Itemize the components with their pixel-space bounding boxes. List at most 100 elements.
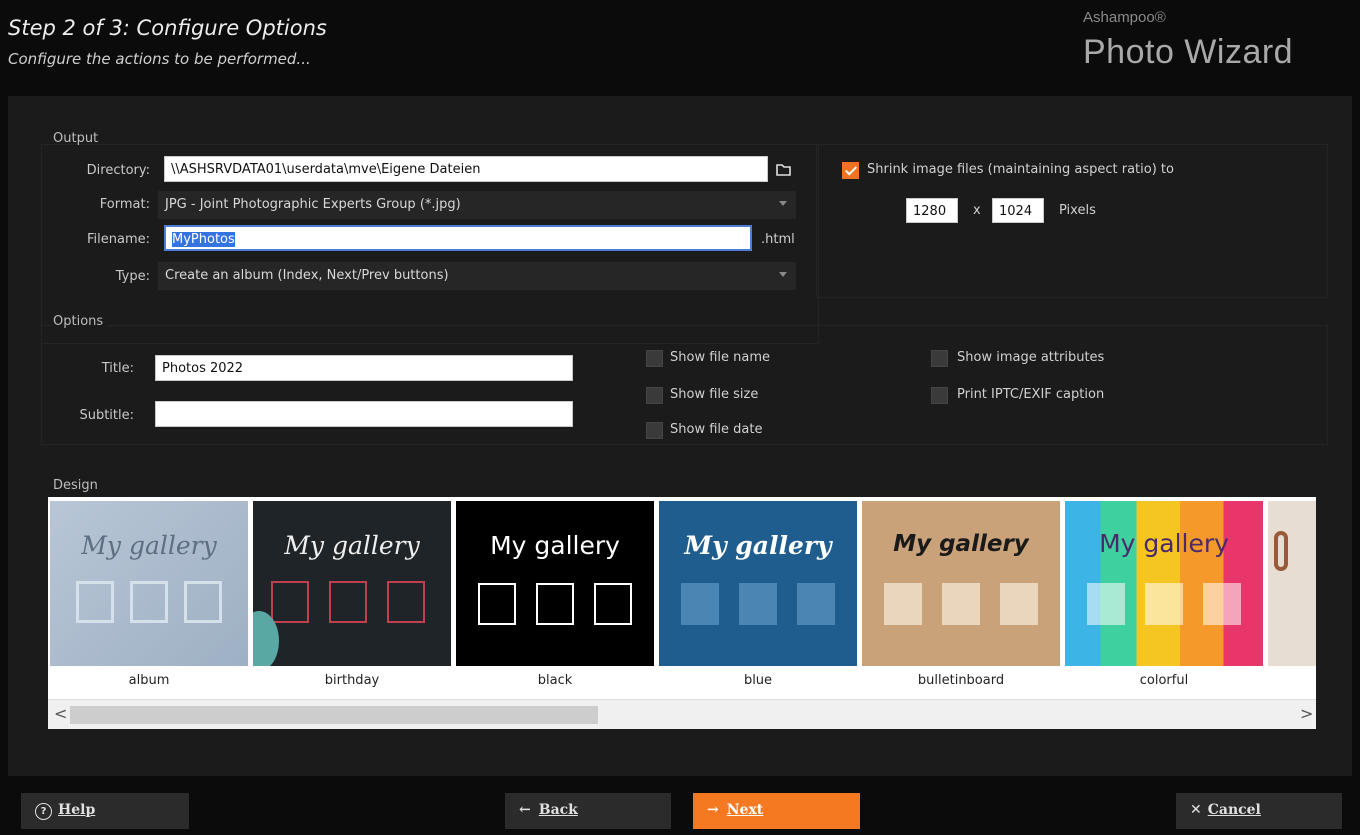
thumb-frame <box>884 583 922 625</box>
help-label: Help <box>58 802 96 818</box>
subtitle-label: Subtitle: <box>79 408 134 423</box>
filename-input[interactable]: MyPhotos <box>164 225 752 251</box>
thumb-frame <box>942 583 980 625</box>
filename-label: Filename: <box>86 232 150 247</box>
subtitle-input[interactable] <box>155 401 573 427</box>
thumb-frame <box>739 583 777 625</box>
shrink-label: Shrink image files (maintaining aspect r… <box>867 162 1174 177</box>
design-thumb-partial[interactable] <box>1268 501 1316 666</box>
thumb-frame <box>536 583 574 625</box>
filename-selected-text: MyPhotos <box>172 232 235 247</box>
type-selected-value: Create an album (Index, Next/Prev button… <box>165 268 449 283</box>
candy-cane-decoration <box>1274 531 1288 571</box>
help-button[interactable]: ? Help <box>21 793 189 829</box>
thumb-frame <box>1087 583 1125 625</box>
arrow-right-icon: → <box>707 802 719 818</box>
design-caption-birthday: birthday <box>324 673 380 688</box>
brand-vendor: Ashampoo® <box>1083 9 1166 26</box>
show-image-attributes-checkbox[interactable] <box>931 350 948 367</box>
height-input[interactable]: 1024 <box>992 198 1044 223</box>
step-subtitle: Configure the actions to be performed... <box>8 50 311 68</box>
design-caption-bulletinboard: bulletinboard <box>917 673 1005 688</box>
type-label: Type: <box>115 269 150 284</box>
output-section-label: Output <box>53 131 99 146</box>
shrink-checkbox[interactable] <box>842 162 859 179</box>
thumb-title: My gallery <box>893 531 1029 557</box>
next-label: Next <box>726 802 764 818</box>
format-label: Format: <box>99 197 150 212</box>
design-caption-blue: blue <box>743 673 773 688</box>
back-button[interactable]: ← Back <box>505 793 671 829</box>
cancel-label: Cancel <box>1207 802 1261 818</box>
thumb-frame <box>1000 583 1038 625</box>
thumb-title: My gallery <box>1099 529 1229 558</box>
arrow-left-icon: ← <box>519 802 531 818</box>
thumb-frame <box>594 583 632 625</box>
thumb-frame <box>1203 583 1241 625</box>
design-thumb-blue[interactable]: My gallery <box>659 501 857 666</box>
close-icon: ✕ <box>1190 802 1202 818</box>
directory-label: Directory: <box>86 163 150 178</box>
width-input[interactable]: 1280 <box>906 198 958 223</box>
thumb-title: My gallery <box>81 531 217 560</box>
wizard-header: Step 2 of 3: Configure Options Configure… <box>0 0 1360 96</box>
thumb-frame <box>1145 583 1183 625</box>
thumb-frame <box>797 583 835 625</box>
thumb-title: My gallery <box>490 531 620 560</box>
pixels-label: Pixels <box>1059 203 1096 218</box>
design-thumb-colorful[interactable]: My gallery <box>1065 501 1263 666</box>
directory-input[interactable]: \\ASHSRVDATA01\userdata\mve\Eigene Datei… <box>164 156 768 182</box>
thumb-frame <box>184 581 222 623</box>
next-button[interactable]: → Next <box>693 793 860 829</box>
thumb-frame <box>478 583 516 625</box>
design-caption-colorful: colorful <box>1139 673 1189 688</box>
format-select[interactable]: JPG - Joint Photographic Experts Group (… <box>158 191 796 219</box>
show-image-attributes-label: Show image attributes <box>957 350 1105 365</box>
thumb-title: My gallery <box>284 531 420 560</box>
thumb-title: My gallery <box>684 531 832 560</box>
thumb-frame <box>681 583 719 625</box>
filename-extension: .html <box>761 232 795 247</box>
design-gallery: My gallery album My gallery birthday My … <box>48 497 1316 729</box>
print-caption-checkbox[interactable] <box>931 387 948 404</box>
scroll-left-icon[interactable]: < <box>54 704 67 723</box>
show-file-size-label: Show file size <box>670 387 759 402</box>
thumb-frame <box>130 581 168 623</box>
cancel-button[interactable]: ✕ Cancel <box>1176 793 1342 829</box>
design-section-label: Design <box>53 478 98 493</box>
scroll-right-icon[interactable]: > <box>1300 704 1313 723</box>
step-title: Step 2 of 3: Configure Options <box>8 16 327 40</box>
dimension-separator: x <box>973 203 981 218</box>
brand-product: Photo Wizard <box>1083 33 1294 71</box>
browse-folder-button[interactable] <box>770 156 796 182</box>
design-thumb-birthday[interactable]: My gallery <box>253 501 451 666</box>
chevron-down-icon <box>779 201 787 206</box>
design-thumb-black[interactable]: My gallery <box>456 501 654 666</box>
thumb-frame <box>387 581 425 623</box>
title-label: Title: <box>101 361 134 376</box>
chevron-down-icon <box>779 272 787 277</box>
thumb-frame <box>271 581 309 623</box>
thumb-frame <box>329 581 367 623</box>
design-thumb-album[interactable]: My gallery <box>50 501 248 666</box>
title-input[interactable]: Photos 2022 <box>155 355 573 381</box>
thumb-frame <box>76 581 114 623</box>
folder-icon <box>776 164 791 176</box>
options-section-label: Options <box>53 314 108 329</box>
show-file-name-checkbox[interactable] <box>646 350 663 367</box>
gallery-horizontal-scrollbar[interactable]: < > <box>48 699 1316 729</box>
help-icon: ? <box>35 803 52 820</box>
format-selected-value: JPG - Joint Photographic Experts Group (… <box>165 197 461 212</box>
design-thumb-bulletinboard[interactable]: My gallery <box>862 501 1060 666</box>
scrollbar-thumb[interactable] <box>70 706 598 724</box>
show-file-date-label: Show file date <box>670 422 763 437</box>
show-file-date-checkbox[interactable] <box>646 422 663 439</box>
back-label: Back <box>538 802 578 818</box>
design-caption-black: black <box>537 673 573 688</box>
design-caption-album: album <box>128 673 170 688</box>
type-select[interactable]: Create an album (Index, Next/Prev button… <box>158 262 796 290</box>
show-file-name-label: Show file name <box>670 350 771 365</box>
wizard-footer: ? Help ← Back → Next ✕ Cancel <box>0 776 1360 835</box>
show-file-size-checkbox[interactable] <box>646 387 663 404</box>
print-caption-label: Print IPTC/EXIF caption <box>957 387 1105 402</box>
